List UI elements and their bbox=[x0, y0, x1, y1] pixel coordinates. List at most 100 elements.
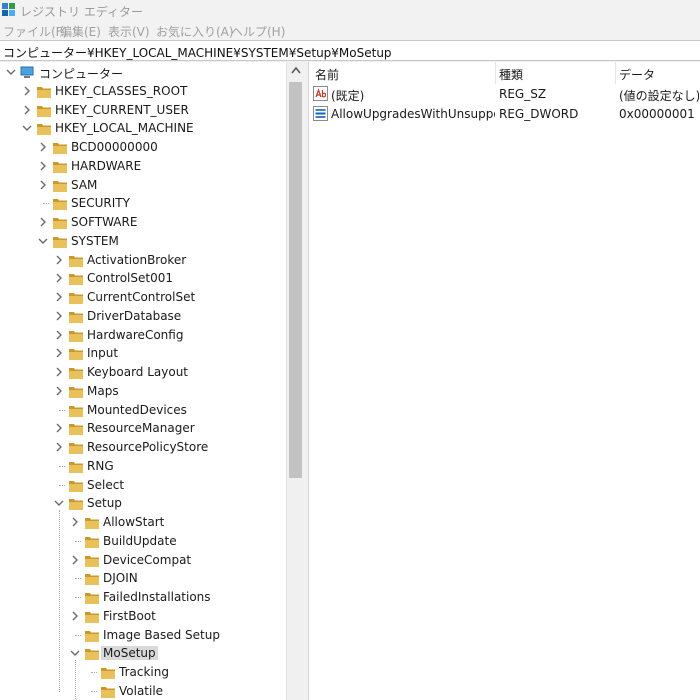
tree-node-hkey-local-machine[interactable]: HKEY_LOCAL_MACHINE bbox=[0, 119, 286, 138]
tree-node-select[interactable]: Select bbox=[0, 476, 286, 495]
tree-node-sam[interactable]: SAM bbox=[0, 176, 286, 195]
tree-node-setup[interactable]: Setup bbox=[0, 494, 286, 513]
menu-item-3[interactable]: 表示(V) bbox=[108, 23, 150, 40]
chevron-right-icon[interactable] bbox=[53, 366, 65, 378]
tree-node-input[interactable]: Input bbox=[0, 344, 286, 363]
tree-node-label: ControlSet001 bbox=[87, 271, 173, 286]
tree-node-label: MountedDevices bbox=[87, 402, 187, 417]
folder-icon bbox=[69, 386, 83, 398]
scrollbar-thumb[interactable] bbox=[289, 82, 302, 478]
tree-node-failedinstallations[interactable]: FailedInstallations bbox=[0, 588, 286, 607]
chevron-right-icon[interactable] bbox=[53, 347, 65, 359]
tree-node-hkey-current-user[interactable]: HKEY_CURRENT_USER bbox=[0, 101, 286, 120]
window-title: レジストリ エディター bbox=[20, 5, 143, 19]
tree-node-djoin[interactable]: DJOIN bbox=[0, 569, 286, 588]
tree-node-bcd00000000[interactable]: BCD00000000 bbox=[0, 138, 286, 157]
column-header-1[interactable]: 名前 bbox=[315, 66, 339, 83]
registry-tree[interactable]: コンピューター HKEY_CLASSES_ROOT HKEY_CURRENT_USE… bbox=[0, 62, 286, 700]
folder-icon bbox=[69, 424, 83, 436]
folder-icon bbox=[53, 161, 67, 173]
tree-node-label: HKEY_CLASSES_ROOT bbox=[55, 83, 188, 98]
menu-item-1[interactable]: ファイル(F) bbox=[3, 23, 67, 40]
address-bar[interactable]: コンピューター¥HKEY_LOCAL_MACHINE¥SYSTEM¥Setup¥… bbox=[0, 40, 700, 61]
tree-node-tracking[interactable]: Tracking bbox=[0, 663, 286, 682]
chevron-right-icon[interactable] bbox=[69, 554, 81, 566]
chevron-right-icon[interactable] bbox=[53, 385, 65, 397]
chevron-right-icon[interactable] bbox=[37, 160, 49, 172]
folder-icon bbox=[69, 461, 83, 473]
tree-node-volatile[interactable]: Volatile bbox=[0, 682, 286, 700]
chevron-right-icon[interactable] bbox=[37, 216, 49, 228]
chevron-down-icon[interactable] bbox=[53, 497, 65, 509]
folder-icon bbox=[69, 293, 83, 304]
chevron-right-icon[interactable] bbox=[53, 441, 65, 453]
tree-node-image-based-setup[interactable]: Image Based Setup bbox=[0, 626, 286, 645]
chevron-right-icon[interactable] bbox=[21, 85, 33, 97]
tree-node-label: HKEY_CURRENT_USER bbox=[55, 102, 189, 117]
tree-node-system[interactable]: SYSTEM bbox=[0, 232, 286, 251]
column-header-2[interactable]: 種類 bbox=[499, 66, 523, 83]
tree-node-keyboard-layout[interactable]: Keyboard Layout bbox=[0, 363, 286, 382]
tree-node-allowstart[interactable]: AllowStart bbox=[0, 513, 286, 532]
chevron-down-icon[interactable] bbox=[21, 122, 33, 134]
column-divider[interactable] bbox=[615, 62, 616, 84]
menu-item-4[interactable]: お気に入り(A) bbox=[156, 23, 234, 40]
chevron-down-icon[interactable] bbox=[37, 235, 49, 247]
folder-icon bbox=[69, 499, 83, 511]
tree-node-hkey-classes-root[interactable]: HKEY_CLASSES_ROOT bbox=[0, 82, 286, 101]
folder-icon bbox=[69, 368, 83, 379]
chevron-right-icon[interactable] bbox=[53, 254, 65, 266]
folder-icon bbox=[53, 199, 67, 211]
column-header-3[interactable]: データ bbox=[619, 66, 655, 83]
scroll-up-arrow-icon[interactable] bbox=[291, 66, 301, 74]
tree-node-label: FailedInstallations bbox=[103, 590, 211, 604]
menu-item-2[interactable]: 編集(E) bbox=[60, 23, 101, 40]
tree-node-label: Input bbox=[87, 346, 119, 361]
tree-scrollbar[interactable] bbox=[286, 62, 304, 700]
values-list[interactable]: 名前 種類 データ (既定) REG_SZ (値の設定なし) AllowUpgradesW… bbox=[308, 62, 700, 700]
chevron-right-icon[interactable] bbox=[53, 310, 65, 322]
chevron-right-icon[interactable] bbox=[53, 272, 65, 284]
tree-node-hardware[interactable]: HARDWARE bbox=[0, 157, 286, 176]
tree-node-item[interactable]: コンピューター bbox=[0, 63, 286, 82]
value-name: (既定) bbox=[331, 89, 365, 103]
value-row[interactable]: AllowUpgradesWithUnsuppo... REG_DWORD 0x00… bbox=[309, 104, 700, 124]
chevron-down-icon[interactable] bbox=[5, 66, 17, 78]
tree-node-rng[interactable]: RNG bbox=[0, 457, 286, 476]
chevron-right-icon[interactable] bbox=[21, 104, 33, 116]
chevron-right-icon[interactable] bbox=[53, 422, 65, 434]
chevron-right-icon[interactable] bbox=[37, 141, 49, 153]
folder-icon bbox=[85, 611, 99, 623]
tree-node-label: DeviceCompat bbox=[103, 552, 192, 567]
column-divider[interactable] bbox=[495, 62, 496, 84]
tree-node-buildupdate[interactable]: BuildUpdate bbox=[0, 532, 286, 551]
tree-node-driverdatabase[interactable]: DriverDatabase bbox=[0, 307, 286, 326]
folder-icon bbox=[101, 686, 115, 698]
tree-node-hardwareconfig[interactable]: HardwareConfig bbox=[0, 326, 286, 345]
tree-node-maps[interactable]: Maps bbox=[0, 382, 286, 401]
tree-guide-line bbox=[59, 465, 65, 467]
tree-node-mounteddevices[interactable]: MountedDevices bbox=[0, 401, 286, 420]
value-data: (値の設定なし) bbox=[619, 89, 699, 103]
value-row[interactable]: (既定) REG_SZ (値の設定なし) bbox=[309, 84, 700, 104]
chevron-right-icon[interactable] bbox=[37, 179, 49, 191]
tree-node-currentcontrolset[interactable]: CurrentControlSet bbox=[0, 288, 286, 307]
chevron-right-icon[interactable] bbox=[69, 610, 81, 622]
chevron-right-icon[interactable] bbox=[53, 291, 65, 303]
tree-node-activationbroker[interactable]: ActivationBroker bbox=[0, 251, 286, 270]
tree-node-software[interactable]: SOFTWARE bbox=[0, 213, 286, 232]
address-path[interactable]: コンピューター¥HKEY_LOCAL_MACHINE¥SYSTEM¥Setup¥… bbox=[3, 44, 392, 61]
chevron-down-icon[interactable] bbox=[69, 647, 81, 659]
tree-node-mosetup[interactable]: MoSetup bbox=[0, 644, 286, 663]
chevron-right-icon[interactable] bbox=[53, 329, 65, 341]
string-value-icon bbox=[313, 86, 328, 101]
tree-node-devicecompat[interactable]: DeviceCompat bbox=[0, 551, 286, 570]
tree-node-firstboot[interactable]: FirstBoot bbox=[0, 607, 286, 626]
menu-item-5[interactable]: ヘルプ(H) bbox=[231, 23, 285, 40]
tree-node-security[interactable]: SECURITY bbox=[0, 194, 286, 213]
tree-node-resourcemanager[interactable]: ResourceManager bbox=[0, 419, 286, 438]
tree-node-controlset001[interactable]: ControlSet001 bbox=[0, 269, 286, 288]
tree-node-resourcepolicystore[interactable]: ResourcePolicyStore bbox=[0, 438, 286, 457]
value-data: 0x00000001 (1) bbox=[619, 107, 699, 121]
chevron-right-icon[interactable] bbox=[69, 516, 81, 528]
